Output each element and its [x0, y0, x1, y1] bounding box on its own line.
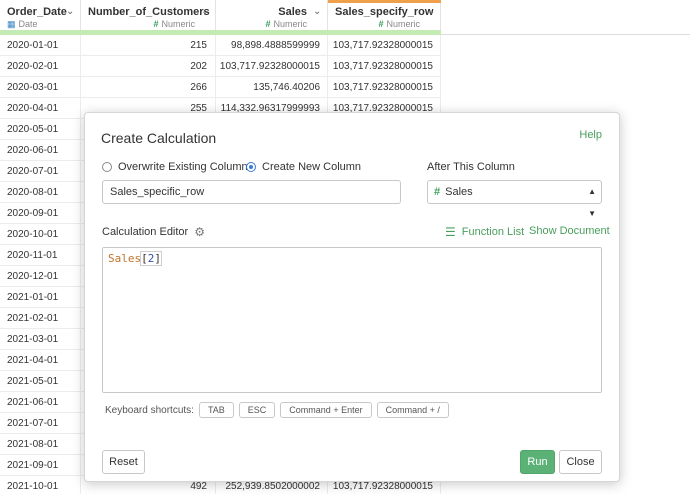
- column-type-label: Numeric: [161, 19, 195, 29]
- code-open-bracket: [: [141, 252, 148, 265]
- table-cell: 2020-06-01: [0, 140, 81, 161]
- table-cell: 2020-08-01: [0, 182, 81, 203]
- reset-button[interactable]: Reset: [102, 450, 145, 474]
- calendar-icon: ▦: [7, 19, 16, 29]
- chevron-down-icon[interactable]: ⌄: [427, 6, 435, 17]
- column-type: # Numeric: [265, 19, 307, 29]
- create-new-column-radio[interactable]: Create New Column: [246, 161, 361, 173]
- grid-header: Order_Date ⌄ ▦ Date Number_of_Customers ⌄…: [0, 0, 690, 35]
- chevron-down-icon[interactable]: ⌄: [201, 6, 209, 17]
- gear-icon[interactable]: ⚙: [194, 225, 205, 239]
- code-bracket-token: [2]: [140, 251, 162, 266]
- column-type: # Numeric: [378, 19, 420, 29]
- calculation-editor-label: Calculation Editor ⚙: [102, 225, 205, 239]
- table-cell: 2021-02-01: [0, 308, 81, 329]
- column-type-label: Numeric: [273, 19, 307, 29]
- table-cell: 2021-05-01: [0, 371, 81, 392]
- text-cursor: [161, 253, 162, 265]
- table-cell: 2020-02-01: [0, 56, 81, 77]
- chevron-down-icon[interactable]: ⌄: [313, 6, 321, 17]
- calculation-editor[interactable]: Sales[2]: [102, 247, 602, 393]
- column-type: # Numeric: [153, 19, 195, 29]
- close-button[interactable]: Close: [559, 450, 602, 474]
- column-type: ▦ Date: [7, 19, 38, 30]
- table-cell: 2020-09-01: [0, 203, 81, 224]
- table-cell: 103,717.92328000015: [216, 56, 328, 77]
- keyboard-shortcuts: Keyboard shortcuts: TAB ESC Command + En…: [105, 402, 449, 418]
- table-cell: 103,717.92328000015: [328, 77, 441, 98]
- table-row: 2020-01-01 215 98,898.4888599999 103,717.92…: [0, 35, 441, 56]
- create-calculation-dialog: Create Calculation Help Overwrite Existi…: [84, 112, 620, 482]
- table-row: 2020-03-01 266 135,746.40206 103,717.923280…: [0, 77, 441, 98]
- help-link[interactable]: Help: [579, 129, 602, 141]
- column-name: Order_Date: [7, 6, 67, 18]
- table-row: 2020-02-01 202 103,717.92328000015 103,717.…: [0, 56, 441, 77]
- editor-label-text: Calculation Editor: [102, 226, 189, 238]
- chevron-down-icon[interactable]: ⌄: [66, 6, 74, 17]
- table-cell: 135,746.40206: [216, 77, 328, 98]
- table-cell: 2020-05-01: [0, 119, 81, 140]
- column-name: Sales: [278, 6, 307, 18]
- radio-unselected[interactable]: [102, 162, 112, 172]
- code-column-token: Sales: [108, 252, 142, 265]
- shortcut-key: Command + /: [376, 402, 449, 418]
- hash-icon: #: [265, 19, 271, 29]
- table-cell: 202: [81, 56, 216, 77]
- shortcuts-label: Keyboard shortcuts:: [105, 404, 194, 416]
- code-close-bracket: ]: [154, 252, 161, 265]
- table-cell: 2021-08-01: [0, 434, 81, 455]
- radio-label: Overwrite Existing Column: [118, 161, 248, 173]
- shortcut-key: Command + Enter: [280, 402, 372, 418]
- table-cell: 2021-10-01: [0, 476, 81, 494]
- select-caret-icon: ▲ ▼: [588, 187, 596, 218]
- table-cell: 2021-03-01: [0, 329, 81, 350]
- table-cell: 103,717.92328000015: [328, 56, 441, 77]
- hash-icon: #: [434, 186, 441, 198]
- hash-icon: #: [378, 19, 384, 29]
- after-column-select[interactable]: # Sales ▲ ▼: [427, 180, 602, 218]
- column-type-label: Date: [18, 19, 38, 29]
- table-cell: 2021-06-01: [0, 392, 81, 413]
- table-cell: 2020-10-01: [0, 224, 81, 245]
- table-cell: 2020-03-01: [0, 77, 81, 98]
- after-column-value: Sales: [445, 186, 473, 198]
- table-cell: 2020-07-01: [0, 161, 81, 182]
- function-list-link[interactable]: ☰ Function List: [445, 225, 524, 239]
- table-cell: 266: [81, 77, 216, 98]
- dialog-title: Create Calculation: [101, 130, 217, 146]
- overwrite-existing-column-radio[interactable]: Overwrite Existing Column: [102, 161, 248, 173]
- radio-label: Create New Column: [262, 161, 362, 173]
- after-column-label: After This Column: [427, 161, 515, 173]
- shortcut-key: TAB: [198, 402, 234, 418]
- table-cell: 2020-11-01: [0, 245, 81, 266]
- column-name: Sales_specify_row: [335, 6, 434, 18]
- active-column-indicator: [328, 0, 441, 3]
- table-cell: 2020-04-01: [0, 98, 81, 119]
- table-cell: 2021-01-01: [0, 287, 81, 308]
- table-cell: 2021-04-01: [0, 350, 81, 371]
- table-cell: 98,898.4888599999: [216, 35, 328, 56]
- column-type-label: Numeric: [386, 19, 420, 29]
- table-cell: 2021-07-01: [0, 413, 81, 434]
- table-cell: 2021-09-01: [0, 455, 81, 476]
- hash-icon: #: [153, 19, 159, 29]
- table-cell: 103,717.92328000015: [328, 35, 441, 56]
- show-document-link[interactable]: Show Document: [529, 225, 610, 237]
- table-cell: 215: [81, 35, 216, 56]
- column-name: Number_of_Customers: [88, 6, 210, 18]
- new-column-name-input[interactable]: [102, 180, 401, 204]
- list-icon: ☰: [445, 225, 456, 239]
- function-list-label: Function List: [461, 226, 525, 238]
- radio-selected[interactable]: [246, 162, 256, 172]
- shortcut-key: ESC: [238, 402, 276, 418]
- run-button[interactable]: Run: [520, 450, 555, 474]
- table-cell: 2020-01-01: [0, 35, 81, 56]
- table-cell: 2020-12-01: [0, 266, 81, 287]
